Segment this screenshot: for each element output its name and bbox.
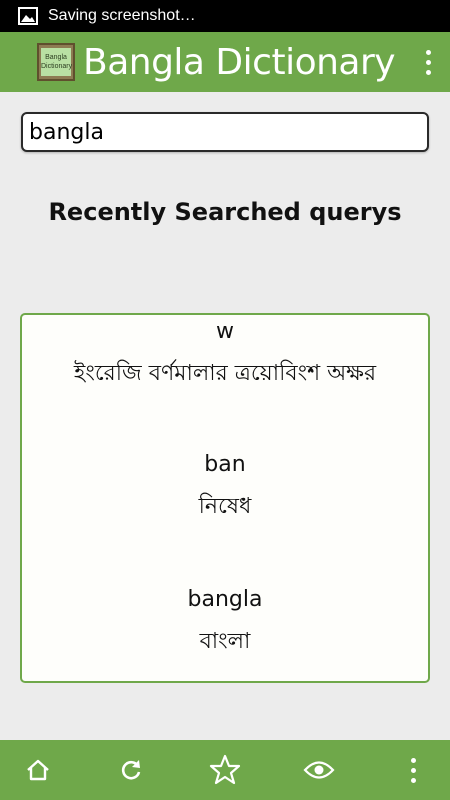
refresh-icon[interactable]	[106, 740, 156, 800]
result-meaning: বাংলা	[199, 629, 251, 654]
list-item[interactable]: w ইংরেজি বর্ণমালার ত্রয়োবিংশ অক্ষর	[22, 319, 428, 393]
list-item[interactable]: ban নিষেধ	[22, 452, 428, 526]
logo-text-line2: Dictionary	[41, 63, 73, 70]
recent-heading: Recently Searched querys	[48, 198, 402, 226]
search-input[interactable]	[23, 114, 427, 150]
image-icon	[18, 7, 38, 25]
status-text: Saving screenshot…	[48, 7, 196, 24]
app-bar: Bangla Dictionary Bangla Dictionary	[0, 32, 450, 92]
more-vertical-icon[interactable]	[420, 42, 436, 82]
more-vertical-icon[interactable]	[388, 740, 438, 800]
result-word: ban	[204, 452, 246, 477]
search-box[interactable]	[21, 112, 429, 152]
status-bar: Saving screenshot…	[0, 0, 450, 32]
logo-text-line1: Bangla	[45, 54, 67, 61]
list-item[interactable]: bangla বাংলা	[22, 587, 428, 661]
app-title: Bangla Dictionary	[83, 41, 396, 83]
results-card: w ইংরেজি বর্ণমালার ত্রয়োবিংশ অক্ষর ban …	[20, 313, 430, 683]
eye-icon[interactable]	[294, 740, 344, 800]
result-word: w	[216, 319, 234, 344]
result-word: bangla	[187, 587, 263, 612]
star-icon[interactable]	[200, 740, 250, 800]
app-logo: Bangla Dictionary	[37, 43, 75, 81]
bottom-bar	[0, 740, 450, 800]
result-meaning: নিষেধ	[198, 494, 252, 519]
result-meaning: ইংরেজি বর্ণমালার ত্রয়োবিংশ অক্ষর	[73, 361, 377, 386]
home-icon[interactable]	[13, 740, 63, 800]
